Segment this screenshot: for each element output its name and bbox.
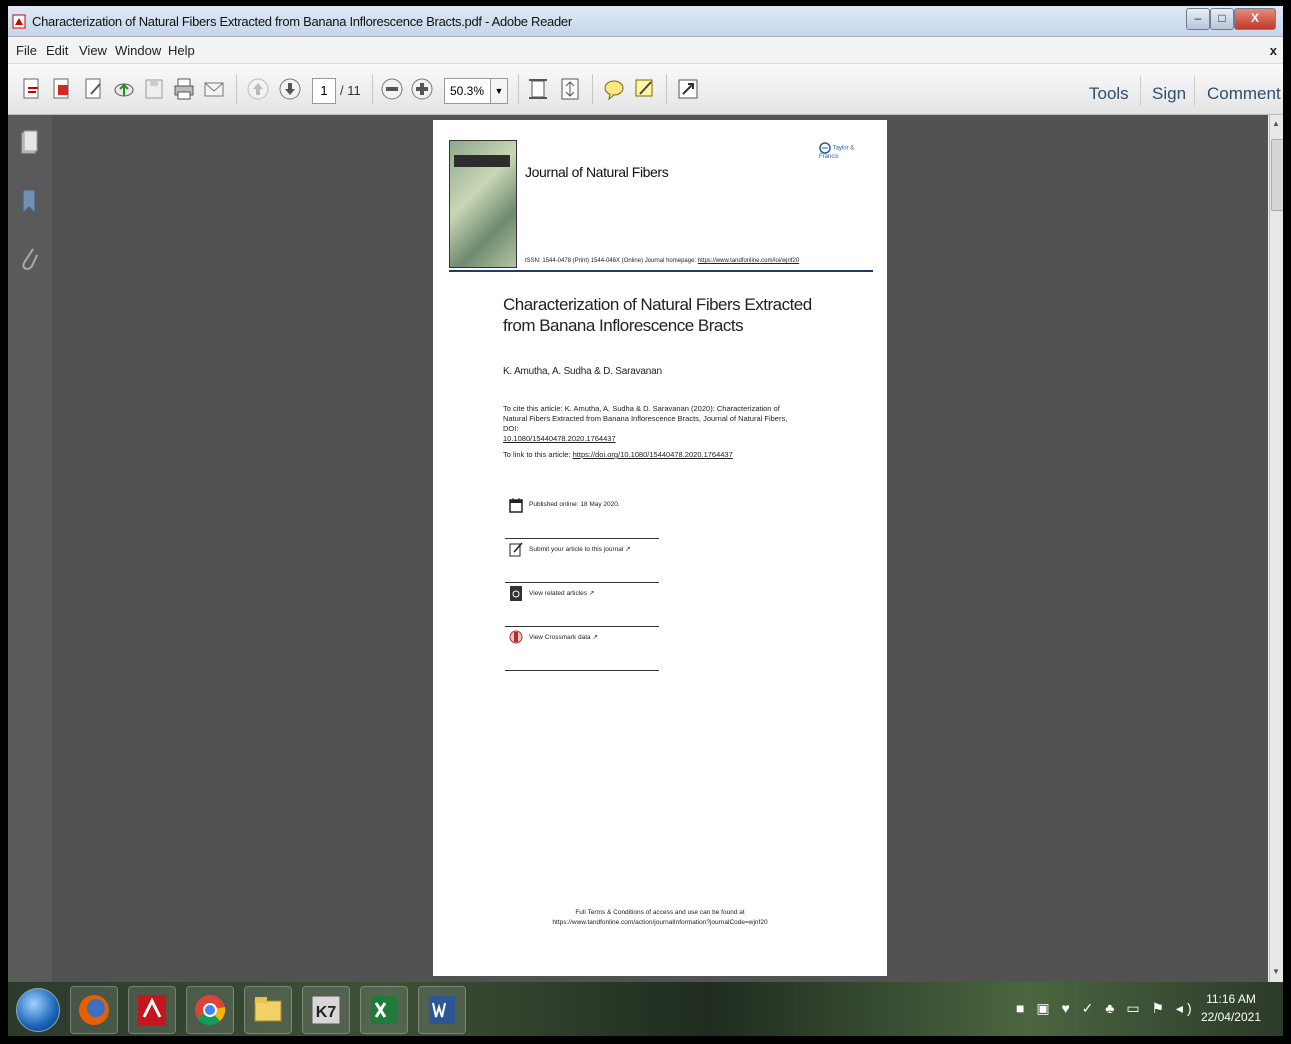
submit-article-text[interactable]: Submit your article to this journal ↗ [529,545,631,553]
adobe-reader-window: Characterization of Natural Fibers Extra… [8,6,1283,982]
maximize-button[interactable]: □ [1210,8,1234,30]
page-thumbnails-icon[interactable] [18,129,40,159]
journal-title: Journal of Natural Fibers [525,164,669,180]
zoom-dropdown-button[interactable]: ▼ [490,78,508,104]
vertical-scrollbar[interactable]: ▲ ▼ [1269,115,1283,982]
fit-page-icon[interactable] [526,76,550,102]
published-online-text: Published online: 18 May 2020. [529,501,620,508]
article-doi-link[interactable]: https://doi.org/10.1080/15440478.2020.17… [573,450,733,459]
crossmark-icon [509,630,523,644]
article-title: Characterization of Natural Fibers Extra… [503,295,812,335]
minimize-button[interactable]: – [1186,8,1210,30]
issn-line: ISSN: 1544-0478 (Print) 1544-046X (Onlin… [525,258,799,264]
calendar-icon [509,498,523,513]
journal-homepage-link[interactable]: https://www.tandfonline.com/loi/wjnf20 [698,258,799,264]
acrobat-icon[interactable] [128,986,176,1034]
citation-text: To cite this article: K. Amutha, A. Sudh… [503,404,788,433]
pdf-page: Journal of Natural Fibers Taylor & Franc… [433,120,887,976]
scroll-up-icon[interactable]: ▲ [1272,119,1280,128]
toolbar-separator [1140,76,1141,106]
menu-file[interactable]: File [16,43,37,58]
firefox-icon[interactable] [70,986,118,1034]
clock-time: 11:16 AM [1206,992,1256,1006]
toolbar: 1 / 11 50.3% ▼ Tools Sign Comment [8,64,1283,115]
windows-taskbar: K7 ■ ▣ ♥ ✓ ♣ ▭ ⚑ ◂) 11:16 AM 22/04/2021 [8,982,1283,1036]
crossmark-text[interactable]: View Crossmark data ↗ [529,633,598,641]
toolbar-separator [1194,76,1195,106]
print-icon[interactable] [172,76,196,102]
k7-label: K7 [316,1004,337,1021]
document-search-icon [510,586,522,601]
create-pdf-icon[interactable] [20,76,44,102]
highlight-icon[interactable] [632,76,656,102]
chrome-icon[interactable] [186,986,234,1034]
taskbar-clock[interactable]: 11:16 AM 22/04/2021 [1201,990,1261,1026]
publisher-logo: Taylor & Francis [819,142,875,160]
zoom-out-icon[interactable] [380,76,404,102]
edit-document-icon[interactable] [82,76,106,102]
menu-window[interactable]: Window [115,43,161,58]
file-explorer-icon[interactable] [244,986,292,1034]
journal-cover-image [449,140,517,268]
k7-icon[interactable]: K7 [302,986,350,1034]
comment-link[interactable]: Comment [1207,84,1281,104]
navigation-panel [8,115,52,982]
next-page-icon[interactable] [278,76,302,102]
menu-bar: File Edit View Window Help x [8,37,1283,64]
pdf-file-icon [12,14,26,29]
toolbar-separator [236,74,237,104]
toolbar-separator [666,74,667,104]
previous-page-icon[interactable] [246,76,270,102]
footer-terms-text: Full Terms & Conditions of access and us… [575,909,745,916]
menu-help[interactable]: Help [168,43,195,58]
submit-article-item[interactable]: Submit your article to this journal ↗ [505,538,659,583]
tools-link[interactable]: Tools [1089,84,1129,104]
footer-terms-link[interactable]: https://www.tandfonline.com/action/journ… [433,918,887,928]
zoom-level-field[interactable]: 50.3% [444,78,492,104]
close-document-icon[interactable]: x [1270,43,1277,58]
menu-edit[interactable]: Edit [46,43,68,58]
header-rule [449,270,873,272]
issn-text: ISSN: 1544-0478 (Print) 1544-046X (Onlin… [525,258,697,264]
article-link-label: To link to this article: [503,450,571,459]
publisher-logo-icon [819,142,831,154]
attachments-icon[interactable] [18,243,40,273]
article-link-line: To link to this article: https://doi.org… [503,450,733,459]
toolbar-separator [518,74,519,104]
sign-link[interactable]: Sign [1152,84,1186,104]
title-bar: Characterization of Natural Fibers Extra… [8,6,1283,37]
article-authors: K. Amutha, A. Sudha & D. Saravanan [503,366,662,377]
word-icon[interactable] [418,986,466,1034]
page-number-input[interactable]: 1 [312,78,336,104]
start-button[interactable] [16,988,60,1032]
comment-icon[interactable] [602,76,626,102]
full-screen-icon[interactable] [676,76,700,102]
save-icon[interactable] [142,76,166,102]
scroll-down-icon[interactable]: ▼ [1272,967,1280,976]
fit-width-icon[interactable] [558,76,582,102]
citation-doi-link[interactable]: 10.1080/15440478.2020.1764437 [503,434,616,443]
excel-icon[interactable] [360,986,408,1034]
clock-date: 22/04/2021 [1200,1010,1261,1024]
published-online-item: Published online: 18 May 2020. [505,494,659,539]
toolbar-separator [372,74,373,104]
zoom-in-icon[interactable] [410,76,434,102]
window-title: Characterization of Natural Fibers Extra… [32,14,572,29]
menu-view[interactable]: View [79,43,107,58]
open-pdf-icon[interactable] [50,76,74,102]
scrollbar-thumb[interactable] [1271,139,1283,211]
related-articles-item[interactable]: View related articles ↗ [505,582,659,627]
email-icon[interactable] [202,76,226,102]
edit-icon [509,542,523,557]
toolbar-separator [592,74,593,104]
cloud-upload-icon[interactable] [112,76,136,102]
system-tray-icons[interactable]: ■ ▣ ♥ ✓ ♣ ▭ ⚑ ◂) [1016,1000,1196,1017]
crossmark-item[interactable]: View Crossmark data ↗ [505,626,659,671]
page-footer: Full Terms & Conditions of access and us… [433,908,887,928]
page-total: / 11 [340,83,361,98]
close-button[interactable]: X [1234,8,1276,30]
bookmarks-icon[interactable] [18,187,40,217]
related-articles-text[interactable]: View related articles ↗ [529,589,594,597]
citation-block: To cite this article: K. Amutha, A. Sudh… [503,404,803,444]
